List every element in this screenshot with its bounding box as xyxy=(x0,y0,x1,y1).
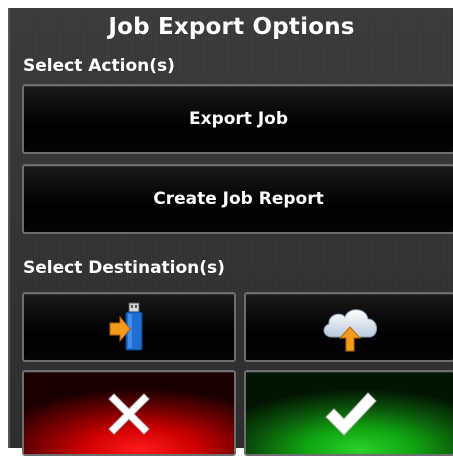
close-x-icon xyxy=(108,393,150,435)
confirm-button[interactable] xyxy=(244,370,453,456)
usb-destination-button[interactable] xyxy=(22,292,236,362)
export-job-button[interactable]: Export Job xyxy=(22,84,453,154)
usb-drive-export-icon xyxy=(109,302,143,351)
dialog-title: Job Export Options xyxy=(108,14,355,40)
checkmark-icon xyxy=(324,392,377,436)
cancel-button[interactable] xyxy=(22,370,236,456)
cloud-destination-button[interactable] xyxy=(244,292,453,362)
create-job-report-button[interactable]: Create Job Report xyxy=(22,164,453,234)
cloud-upload-icon xyxy=(323,309,377,352)
select-destinations-label: Select Destination(s) xyxy=(23,258,225,278)
job-export-options-dialog: Job Export Options Select Action(s) Expo… xyxy=(8,8,453,456)
create-job-report-label: Create Job Report xyxy=(153,189,324,209)
export-job-label: Export Job xyxy=(188,109,289,129)
select-actions-label: Select Action(s) xyxy=(23,56,175,76)
